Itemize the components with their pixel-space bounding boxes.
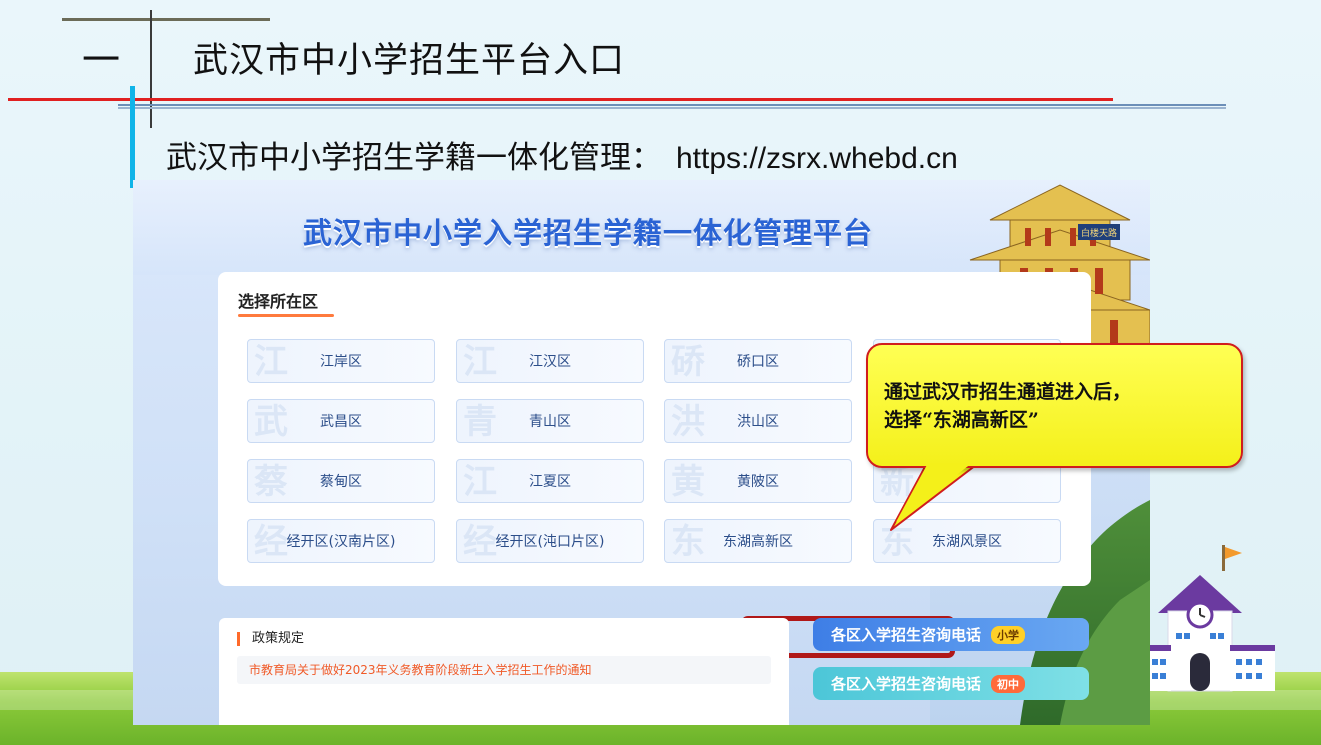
- callout-line-1: 通过武汉市招生通道进入后，: [884, 381, 1132, 403]
- region-watermark: 武: [254, 402, 288, 442]
- region-button[interactable]: 东 东湖高新区: [664, 519, 852, 563]
- junior-school-badge: 初中: [991, 674, 1026, 693]
- policy-heading: 政策规定: [237, 632, 304, 646]
- junior-school-phone-button[interactable]: 各区入学招生咨询电话 初中: [813, 667, 1089, 700]
- region-button[interactable]: 经经开区(汉南片区): [247, 519, 435, 563]
- subtitle-url[interactable]: https://zsrx.whebd.cn: [676, 142, 958, 175]
- region-button[interactable]: 江 江汉区: [456, 339, 644, 383]
- region-heading-underline: [238, 314, 334, 317]
- region-label: 洪山区: [737, 414, 779, 430]
- region-label: 硚口区: [737, 354, 779, 370]
- region-heading: 选择所在区: [238, 292, 319, 311]
- region-label: 江夏区: [529, 474, 571, 490]
- region-button[interactable]: 经经开区(沌口片区): [456, 519, 644, 563]
- region-watermark: 经: [463, 522, 497, 562]
- region-label: 黄陂区: [737, 474, 779, 490]
- region-watermark: 江: [463, 342, 497, 382]
- region-label: 江岸区: [320, 354, 362, 370]
- region-label: 青山区: [529, 414, 571, 430]
- region-watermark: 青: [463, 402, 497, 442]
- region-button[interactable]: 江 江夏区: [456, 459, 644, 503]
- region-watermark: 江: [254, 342, 288, 382]
- region-watermark: 新: [880, 462, 914, 502]
- school-building-illustration: [1150, 545, 1275, 692]
- subtitle-label: 武汉市中小学招生学籍一体化管理：: [166, 140, 662, 176]
- region-button[interactable]: 硚 硚口区: [664, 339, 852, 383]
- region-button[interactable]: 江 江岸区: [247, 339, 435, 383]
- region-watermark: 东: [671, 522, 705, 562]
- tower-sign: 白楼天路: [1081, 227, 1117, 239]
- region-watermark: 黄: [671, 462, 705, 502]
- region-label: 经开区(沌口片区): [495, 534, 605, 550]
- region-watermark: 硚: [671, 342, 705, 382]
- callout-line-2: 选择“东湖高新区”: [884, 409, 1039, 431]
- region-label: 蔡甸区: [320, 474, 362, 490]
- region-label: 武昌区: [320, 414, 362, 430]
- region-button[interactable]: 东 东湖风景区: [873, 519, 1061, 563]
- region-watermark: 江: [463, 462, 497, 502]
- region-watermark: 东: [880, 522, 914, 562]
- policy-card: 政策规定 市教育局关于做好2023年义务教育阶段新生入学招生工作的通知: [219, 618, 789, 725]
- region-watermark: 蔡: [254, 462, 288, 502]
- region-watermark: 洪: [671, 402, 705, 442]
- decor-red-line: [8, 98, 1113, 101]
- slide-subtitle: 武汉市中小学招生学籍一体化管理： https://zsrx.whebd.cn: [166, 138, 958, 179]
- region-button[interactable]: 蔡 蔡甸区: [247, 459, 435, 503]
- decor-vertical-line: [150, 10, 152, 128]
- region-button[interactable]: 武 武昌区: [247, 399, 435, 443]
- region-button[interactable]: 黄 黄陂区: [664, 459, 852, 503]
- junior-phone-label: 各区入学招生咨询电话: [831, 675, 982, 693]
- region-button[interactable]: 青 青山区: [456, 399, 644, 443]
- primary-phone-label: 各区入学招生咨询电话: [831, 626, 982, 644]
- primary-school-phone-button[interactable]: 各区入学招生咨询电话 小学: [813, 618, 1089, 651]
- decor-blue-line: [118, 104, 1226, 109]
- decor-top-line: [62, 18, 270, 21]
- decor-cyan-bar: [130, 86, 135, 188]
- policy-link[interactable]: 市教育局关于做好2023年义务教育阶段新生入学招生工作的通知: [237, 656, 771, 684]
- slide-title: 武汉市中小学招生平台入口: [193, 41, 626, 81]
- region-label: 经开区(汉南片区): [286, 534, 396, 550]
- slide-number: 一: [82, 38, 121, 82]
- platform-title: 武汉市中小学入学招生学籍一体化管理平台: [303, 216, 874, 250]
- region-label: 江汉区: [529, 354, 571, 370]
- region-label: 东湖高新区: [723, 534, 793, 550]
- region-label: 东湖风景区: [932, 534, 1002, 550]
- callout-text: 通过武汉市招生通道进入后， 选择“东湖高新区”: [884, 378, 1131, 434]
- primary-school-badge: 小学: [991, 625, 1026, 644]
- region-watermark: 经: [254, 522, 288, 562]
- region-button[interactable]: 洪 洪山区: [664, 399, 852, 443]
